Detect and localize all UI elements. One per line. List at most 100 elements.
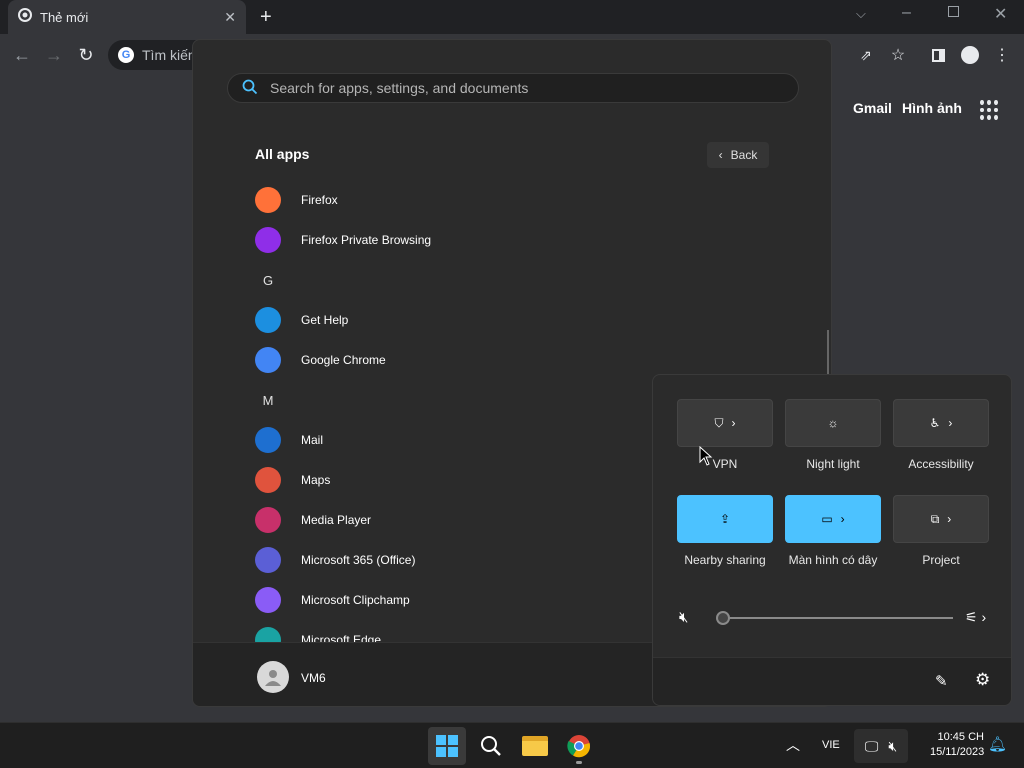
firefox-icon (255, 187, 281, 213)
minimize-button[interactable]: – (902, 4, 911, 22)
night-light-icon: ☼ (827, 416, 839, 430)
app-label: Get Help (301, 313, 349, 327)
google-apps-icon[interactable] (980, 100, 1000, 120)
quick-tile-project[interactable]: ⧉ › (893, 495, 989, 543)
user-name[interactable]: VM6 (301, 671, 326, 685)
app-group-letter[interactable]: G (255, 260, 281, 300)
search-icon (481, 736, 501, 756)
close-tab-icon[interactable]: ✕ (224, 9, 236, 26)
quick-tile-accessibility[interactable]: ♿︎ › (893, 399, 989, 447)
cast-icon: ▭ (821, 512, 833, 526)
edge-icon (255, 627, 281, 642)
edit-pencil-icon[interactable]: ✎ (935, 672, 948, 690)
side-panel-icon[interactable] (924, 41, 952, 69)
speaker-muted-icon: 🔇︎ (888, 737, 898, 754)
mouse-cursor-icon (699, 446, 713, 466)
omnibox-text: Tìm kiếm (142, 47, 200, 63)
chrome-tab-title: Thẻ mới (40, 9, 89, 25)
clock-date: 15/11/2023 (930, 746, 985, 758)
bookmark-star-icon[interactable]: ☆ (884, 41, 912, 69)
chevron-left-icon: ‹ (718, 148, 723, 162)
windows-logo-icon (436, 735, 458, 757)
folder-icon (522, 736, 548, 756)
start-search-input[interactable]: Search for apps, settings, and documents (227, 73, 799, 103)
firefox-private-icon (255, 227, 281, 253)
all-apps-title: All apps (255, 146, 310, 162)
chevron-right-icon[interactable]: › (947, 512, 951, 526)
app-label: Microsoft 365 (Office) (301, 553, 416, 567)
chrome-menu-icon[interactable]: ⋮ (988, 41, 1016, 69)
app-list-item[interactable]: Firefox Private Browsing (255, 220, 755, 260)
taskbar: ︿ VIE 🖵︎ 🔇︎ 10:45 CH 15/11/2023 🔔︎ (0, 722, 1024, 768)
profile-icon[interactable] (956, 41, 984, 69)
app-list-item[interactable]: Get Help (255, 300, 755, 340)
input-language[interactable]: VIE (822, 739, 840, 751)
start-button[interactable] (428, 727, 466, 765)
network-volume-tray[interactable]: 🖵︎ 🔇︎ (854, 729, 908, 763)
chevron-right-icon[interactable]: › (732, 416, 736, 430)
maps-icon (255, 467, 281, 493)
back-label: Back (730, 148, 758, 162)
volume-slider-track[interactable] (723, 617, 953, 619)
app-list-item[interactable]: Firefox (255, 180, 755, 220)
app-label: Maps (301, 473, 331, 487)
images-link[interactable]: Hình ảnh (902, 100, 962, 116)
app-label: Mail (301, 433, 324, 447)
search-icon (242, 79, 258, 98)
running-indicator (576, 761, 582, 764)
share-icon: ⇪ (719, 512, 731, 526)
chrome-tab[interactable]: Thẻ mới ✕ (8, 0, 246, 34)
search-placeholder: Search for apps, settings, and documents (270, 80, 529, 96)
audio-output-icon[interactable]: ⚟ › (965, 609, 986, 626)
app-label: Media Player (301, 513, 372, 527)
chrome-tab-bar: Thẻ mới ✕ + ⌵ – ✕ (0, 0, 1024, 34)
quick-tile-label: Nearby sharing (684, 553, 766, 567)
new-tab-button[interactable]: + (260, 6, 272, 29)
tab-search-chevron-icon[interactable]: ⌵ (856, 6, 866, 22)
notification-bell-icon[interactable]: 🔔︎ (988, 735, 1007, 753)
app-label: Microsoft Clipchamp (301, 593, 410, 607)
gmail-link[interactable]: Gmail (853, 100, 892, 116)
quick-tile-label: Night light (806, 457, 860, 471)
tray-clock[interactable]: 10:45 CH 15/11/2023 (930, 730, 984, 760)
settings-gear-icon[interactable]: ⚙ (975, 670, 990, 690)
quick-tile-label: Accessibility (908, 457, 974, 471)
shield-icon: ⛉ (714, 415, 724, 430)
chevron-right-icon[interactable]: › (948, 416, 952, 430)
quick-tile-night-light[interactable]: ☼ (785, 399, 881, 447)
restore-button[interactable] (948, 6, 959, 17)
app-group-letter[interactable]: M (255, 380, 281, 420)
quick-tile-label: Project (922, 553, 960, 567)
app-label: Google Chrome (301, 353, 386, 367)
share-page-icon[interactable]: ⇗ (852, 41, 880, 69)
network-icon: 🖵︎ (864, 737, 879, 754)
quick-tile-label: Màn hình có dây (788, 553, 878, 567)
quick-tile-nearby-sharing[interactable]: ⇪ (677, 495, 773, 543)
chrome-taskbar-button[interactable] (560, 727, 598, 765)
taskbar-search-button[interactable] (472, 727, 510, 765)
office-icon (255, 547, 281, 573)
quick-tile-m-n-h-nh-c-d-y[interactable]: ▭ › (785, 495, 881, 543)
accessibility-icon: ♿︎ (929, 416, 941, 430)
back-arrow-icon[interactable]: ← (8, 41, 36, 69)
quick-tile-label: VPN (712, 457, 738, 471)
volume-slider-thumb[interactable] (716, 611, 730, 625)
volume-mute-icon[interactable]: 🔇︎ (679, 609, 688, 626)
quick-tile-vpn[interactable]: ⛉ › (677, 399, 773, 447)
chevron-right-icon[interactable]: › (841, 512, 845, 526)
forward-arrow-icon[interactable]: → (40, 41, 68, 69)
show-hidden-icons-chevron-icon[interactable]: ︿ (786, 735, 800, 755)
app-label: Firefox (301, 193, 338, 207)
back-button[interactable]: ‹ Back (707, 142, 769, 168)
app-label: Firefox Private Browsing (301, 233, 432, 247)
chrome-tab-favicon-icon (18, 7, 32, 27)
clipchamp-icon (255, 587, 281, 613)
project-icon: ⧉ (930, 511, 940, 526)
close-window-button[interactable]: ✕ (994, 4, 1007, 24)
file-explorer-button[interactable] (516, 727, 554, 765)
clock-time: 10:45 CH (937, 731, 984, 743)
reload-icon[interactable]: ↻ (72, 41, 100, 69)
user-avatar-icon[interactable] (257, 661, 289, 693)
media-player-icon (255, 507, 281, 533)
app-label: Microsoft Edge (301, 633, 382, 642)
